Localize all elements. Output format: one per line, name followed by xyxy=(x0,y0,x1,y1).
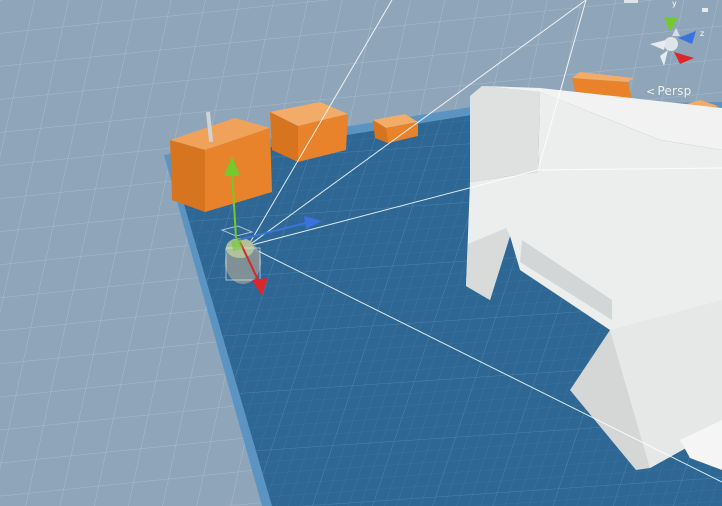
projection-toggle[interactable]: < Persp xyxy=(646,84,691,98)
gizmo-y-label: y xyxy=(672,0,677,8)
perspective-arrow-icon: < xyxy=(646,85,656,98)
scene-canvas[interactable]: y z xyxy=(0,0,722,506)
scene-view[interactable]: y z < Persp xyxy=(0,0,722,506)
projection-label: Persp xyxy=(657,84,692,98)
gizmo-z-label: z xyxy=(700,29,704,38)
move-plane-handle[interactable] xyxy=(231,239,243,251)
